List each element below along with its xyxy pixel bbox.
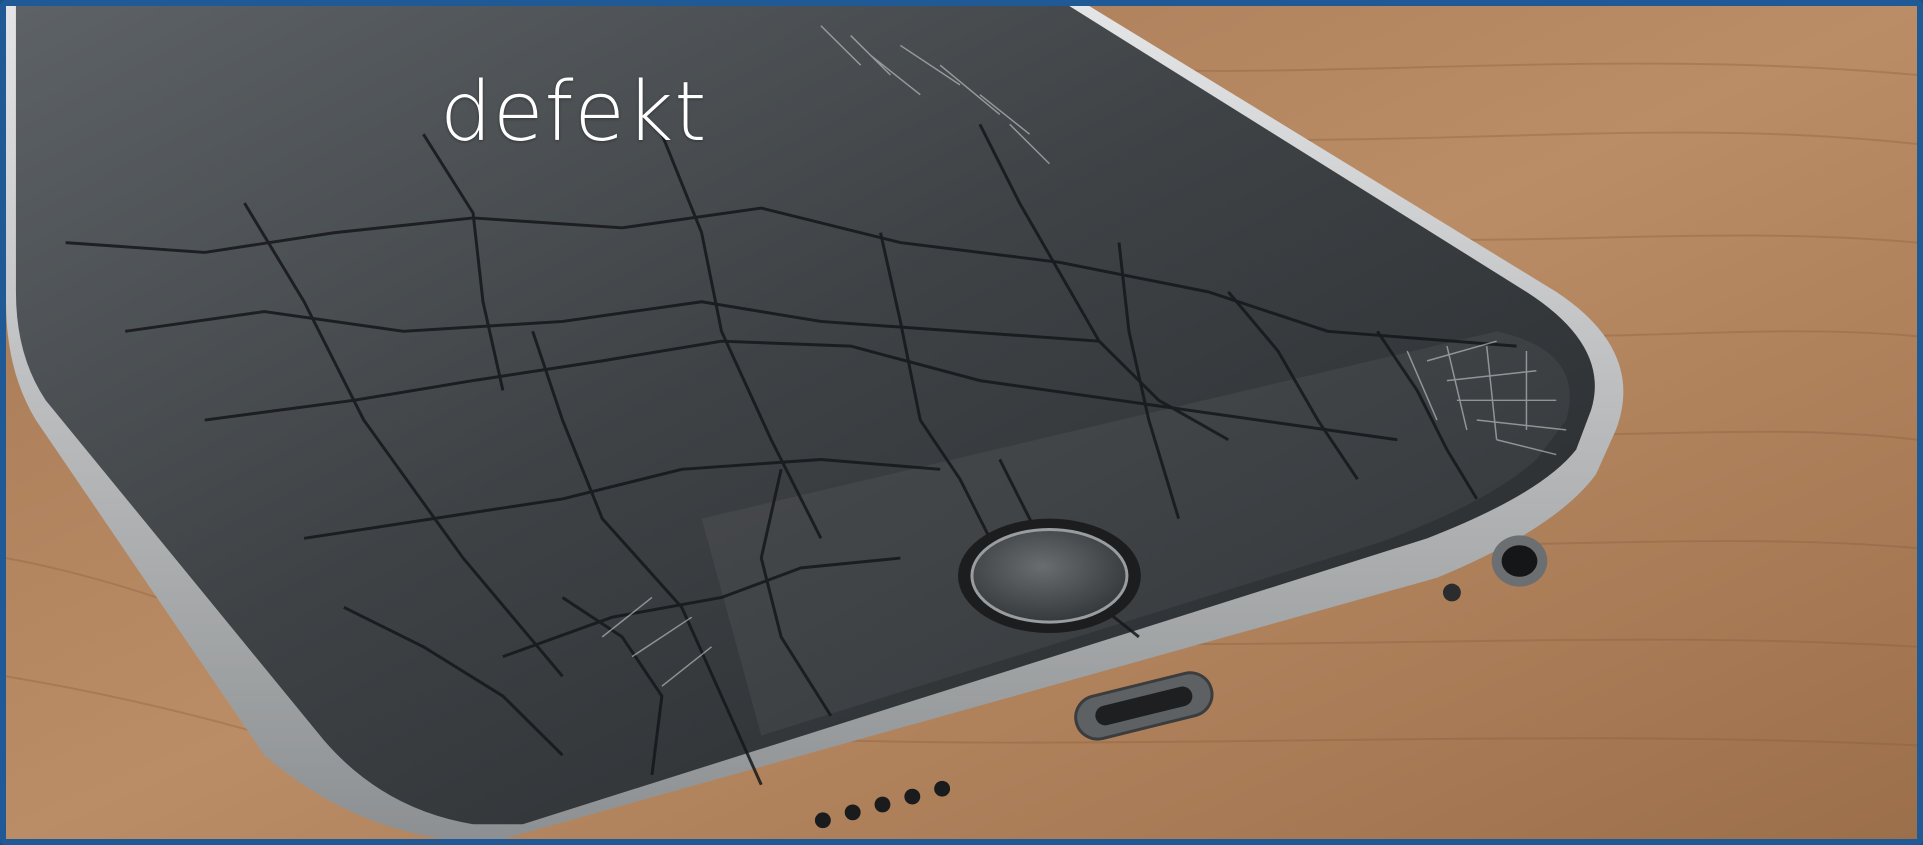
home-button-face (970, 527, 1129, 624)
hero-banner: defekt (0, 0, 1923, 845)
headline-text: defekt (440, 65, 708, 160)
headphone-jack-hole (1501, 545, 1538, 577)
microphone-hole (1442, 583, 1461, 602)
cracked-phone-photo (6, 6, 1917, 839)
